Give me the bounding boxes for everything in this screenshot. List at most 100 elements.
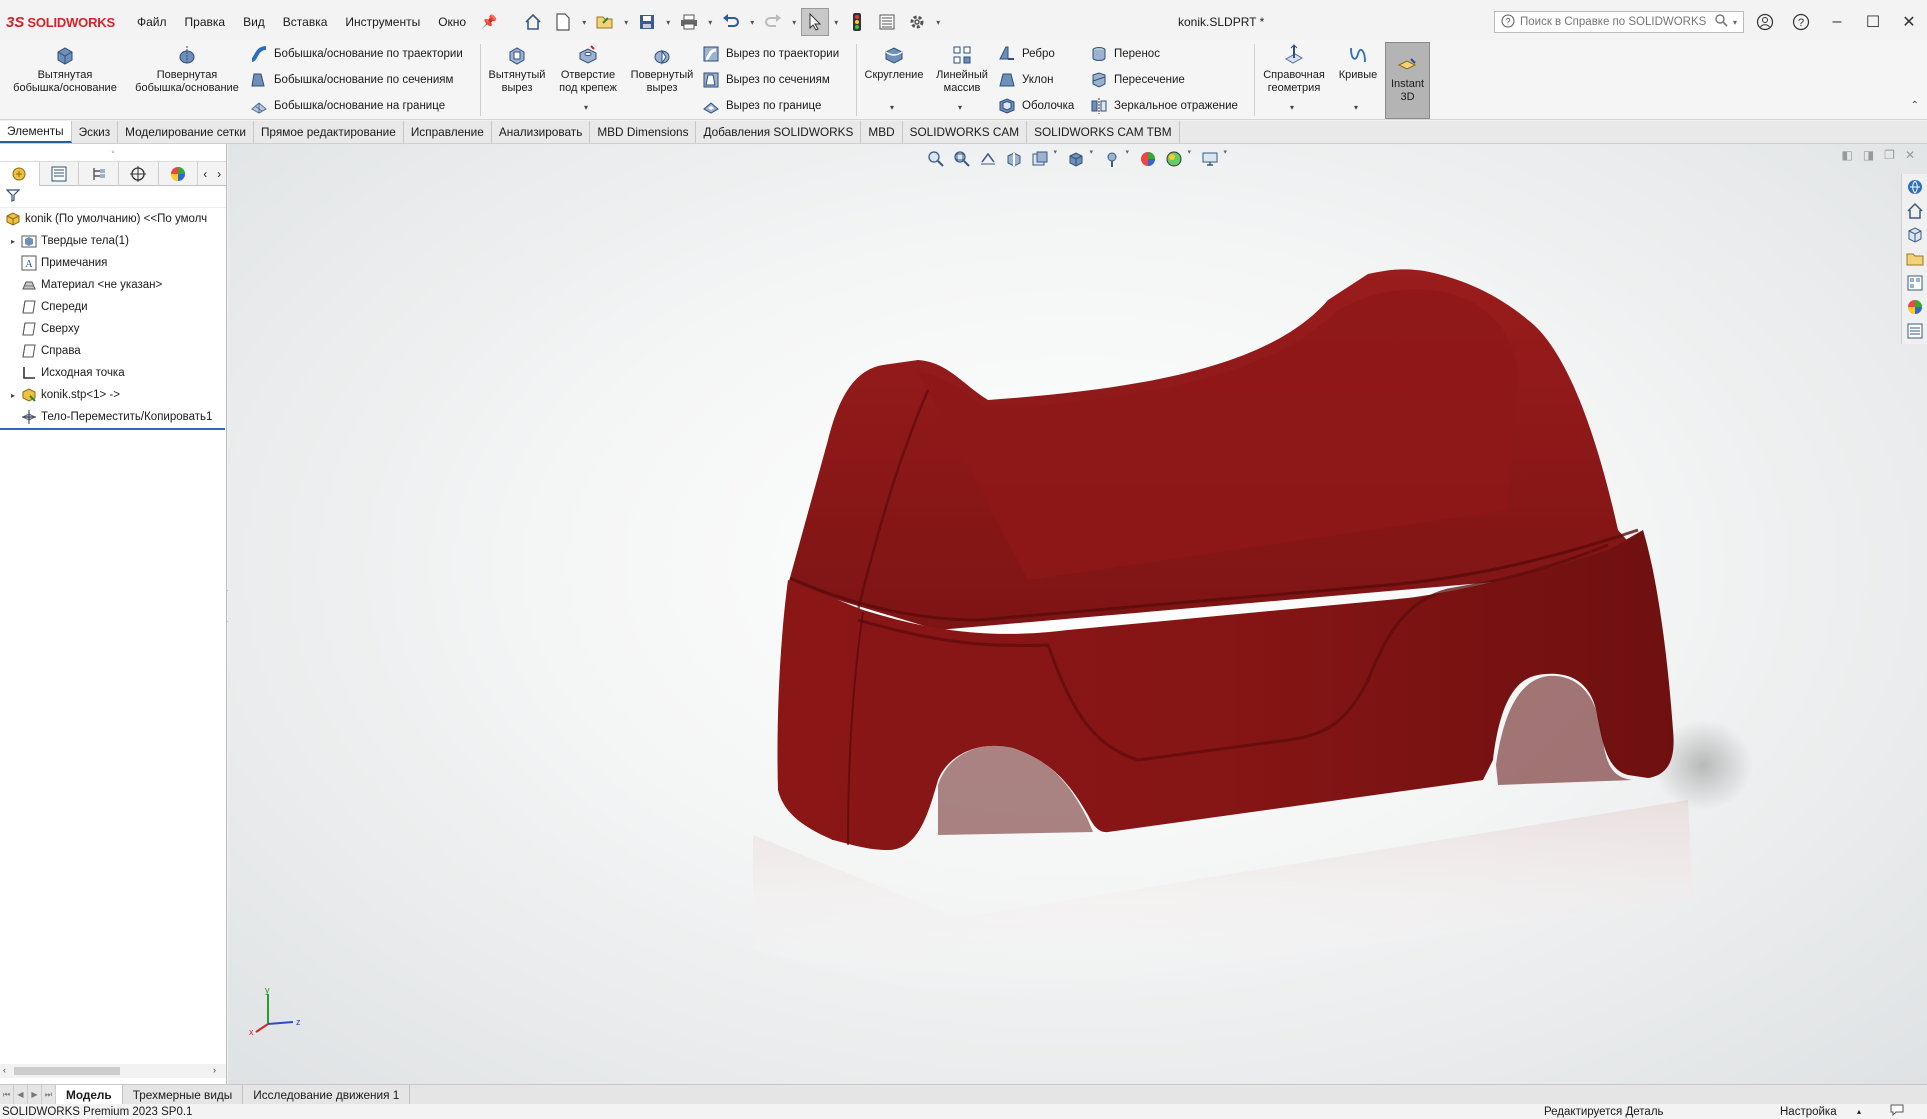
save-icon[interactable] <box>633 8 661 36</box>
wrap-button[interactable]: Перенос <box>1090 43 1160 65</box>
select-arrow-icon[interactable] <box>801 8 830 36</box>
search-icon[interactable] <box>1715 14 1728 30</box>
view-orientation-dropdown-icon[interactable]: ▾ <box>1054 148 1062 170</box>
minimize-icon[interactable]: – <box>1819 0 1855 44</box>
help-icon[interactable]: ? <box>1783 0 1819 44</box>
hide-show-dropdown-icon[interactable]: ▾ <box>1126 148 1134 170</box>
tab-features[interactable]: Элементы <box>0 121 72 143</box>
rebuild-icon[interactable] <box>843 8 871 36</box>
boundary-cut-button[interactable]: Вырез по границе <box>702 95 821 117</box>
fillet-button[interactable]: Скругление <box>860 44 928 82</box>
linear-pattern-dropdown-icon[interactable]: ▾ <box>958 103 962 112</box>
zoom-to-area-icon[interactable] <box>950 148 974 170</box>
tab-3d-views[interactable]: Трехмерные виды <box>123 1085 244 1104</box>
tree-item-top-plane[interactable]: Сверху <box>0 318 226 340</box>
revolved-cut-button[interactable]: Повернутый вырез <box>626 44 698 95</box>
redo-icon[interactable] <box>759 8 787 36</box>
file-explorer-icon[interactable] <box>1904 248 1926 270</box>
rib-button[interactable]: Ребро <box>998 43 1055 65</box>
pin-menu-icon[interactable]: 📌 <box>481 14 497 30</box>
tree-item-annotations[interactable]: A Примечания <box>0 252 226 274</box>
comment-icon[interactable] <box>1890 1104 1904 1119</box>
scene-dropdown-icon[interactable]: ▾ <box>1188 148 1196 170</box>
tree-root-part[interactable]: konik (По умолчанию) <<По умолч <box>0 208 226 230</box>
view-settings-dropdown-icon[interactable]: ▾ <box>1224 148 1232 170</box>
help-search-box[interactable]: ? ▾ <box>1494 11 1744 33</box>
units-selector[interactable]: Настройка <box>1780 1106 1837 1118</box>
tree-item-move-copy-body[interactable]: Тело-Переместить/Копировать1 <box>0 406 226 428</box>
tab-motion-study[interactable]: Исследование движения 1 <box>243 1085 411 1104</box>
view-orientation-icon[interactable] <box>1064 148 1088 170</box>
user-account-icon[interactable] <box>1747 0 1783 44</box>
draft-button[interactable]: Уклон <box>998 69 1054 91</box>
tab-evaluate[interactable]: Анализировать <box>492 121 591 143</box>
menu-tools[interactable]: Инструменты <box>336 0 429 44</box>
previous-view-icon[interactable] <box>976 148 1000 170</box>
tab-sketch[interactable]: Эскиз <box>72 121 119 143</box>
dimxpert-tab-icon[interactable] <box>119 162 159 186</box>
lofted-cut-button[interactable]: Вырез по сечениям <box>702 69 830 91</box>
zoom-to-fit-icon[interactable] <box>924 148 948 170</box>
curves-dropdown-icon[interactable]: ▾ <box>1354 103 1358 112</box>
fillet-dropdown-icon[interactable]: ▾ <box>890 103 894 112</box>
print-icon[interactable] <box>675 8 703 36</box>
units-dropdown-icon[interactable]: ▴ <box>1857 1107 1861 1116</box>
scrollbar-thumb[interactable] <box>14 1067 120 1075</box>
expand-icon[interactable]: ▸ <box>6 391 20 400</box>
reference-geometry-dropdown-icon[interactable]: ▾ <box>1290 103 1294 112</box>
graphics-area[interactable]: ◧ ◨ ❐ ✕ ▾ ▾ ▾ ▾ ▾ y z x <box>228 144 1927 1084</box>
tabs-scroll-right-icon[interactable]: › <box>212 162 226 185</box>
tab-repair[interactable]: Исправление <box>404 121 492 143</box>
tree-item-solid-bodies[interactable]: ▸ Твердые тела(1) <box>0 230 226 252</box>
scroll-right-icon[interactable]: › <box>213 1065 216 1075</box>
print-dropdown-icon[interactable]: ▾ <box>705 18 715 27</box>
redo-dropdown-icon[interactable]: ▾ <box>789 18 799 27</box>
tree-item-origin[interactable]: Исходная точка <box>0 362 226 384</box>
new-dropdown-icon[interactable]: ▾ <box>579 18 589 27</box>
revolved-boss-button[interactable]: Повернутая бобышка/основание <box>128 44 246 95</box>
collapse-ribbon-icon[interactable]: ⌃ <box>1911 100 1919 111</box>
tab-mbd[interactable]: MBD <box>861 121 903 143</box>
next-tab-icon[interactable]: ▶ <box>28 1085 42 1104</box>
displaymanager-tab-icon[interactable] <box>159 162 199 186</box>
reference-geometry-button[interactable]: Справочная геометрия <box>1258 44 1330 95</box>
menu-file[interactable]: Файл <box>128 0 176 44</box>
instant3d-toggle[interactable]: Instant 3D <box>1385 42 1430 119</box>
hole-wizard-button[interactable]: Отверстие под крепеж <box>552 44 624 95</box>
search-dropdown-icon[interactable]: ▾ <box>1733 18 1737 27</box>
maximize-icon[interactable]: ☐ <box>1855 0 1891 44</box>
tab-solidworks-cam[interactable]: SOLIDWORKS CAM <box>903 121 1028 143</box>
select-dropdown-icon[interactable]: ▾ <box>831 18 841 27</box>
extruded-cut-button[interactable]: Вытянутый вырез <box>484 44 550 95</box>
undo-icon[interactable] <box>717 8 745 36</box>
apply-scene-icon[interactable] <box>1162 148 1186 170</box>
prev-tab-icon[interactable]: ◀ <box>14 1085 28 1104</box>
tree-horizontal-scrollbar[interactable]: ‹ › <box>0 1064 226 1078</box>
tabs-scroll-left-icon[interactable]: ‹ <box>198 162 212 185</box>
tree-filter[interactable] <box>0 186 226 208</box>
expand-icon[interactable]: ▸ <box>6 237 20 246</box>
section-view-icon[interactable] <box>1002 148 1026 170</box>
new-document-icon[interactable] <box>549 8 577 36</box>
mirror-button[interactable]: Зеркальное отражение <box>1090 95 1238 117</box>
file-properties-icon[interactable] <box>873 8 901 36</box>
close-icon[interactable]: ✕ <box>1891 0 1927 44</box>
design-library-home-icon[interactable] <box>1904 200 1926 222</box>
tab-solidworks-cam-tbm[interactable]: SOLIDWORKS CAM TBM <box>1027 121 1180 143</box>
last-tab-icon[interactable]: ⏭ <box>42 1085 56 1104</box>
propertymanager-tab-icon[interactable] <box>40 162 80 186</box>
open-dropdown-icon[interactable]: ▾ <box>621 18 631 27</box>
options-dropdown-icon[interactable]: ▾ <box>933 18 943 27</box>
view-palette-icon[interactable] <box>1904 272 1926 294</box>
appearances-scenes-icon[interactable] <box>1904 296 1926 318</box>
home-icon[interactable] <box>519 8 547 36</box>
lofted-boss-button[interactable]: Бобышка/основание по сечениям <box>250 69 453 91</box>
help-search-input[interactable] <box>1520 16 1710 28</box>
extruded-boss-button[interactable]: Вытянутая бобышка/основание <box>6 44 124 95</box>
dynamic-annotation-icon[interactable] <box>1028 148 1052 170</box>
undo-dropdown-icon[interactable]: ▾ <box>747 18 757 27</box>
tab-solidworks-addins[interactable]: Добавления SOLIDWORKS <box>696 121 862 143</box>
tab-mbd-dimensions[interactable]: MBD Dimensions <box>590 121 697 143</box>
solidworks-resources-icon[interactable] <box>1904 176 1926 198</box>
tab-mesh-modeling[interactable]: Моделирование сетки <box>118 121 254 143</box>
